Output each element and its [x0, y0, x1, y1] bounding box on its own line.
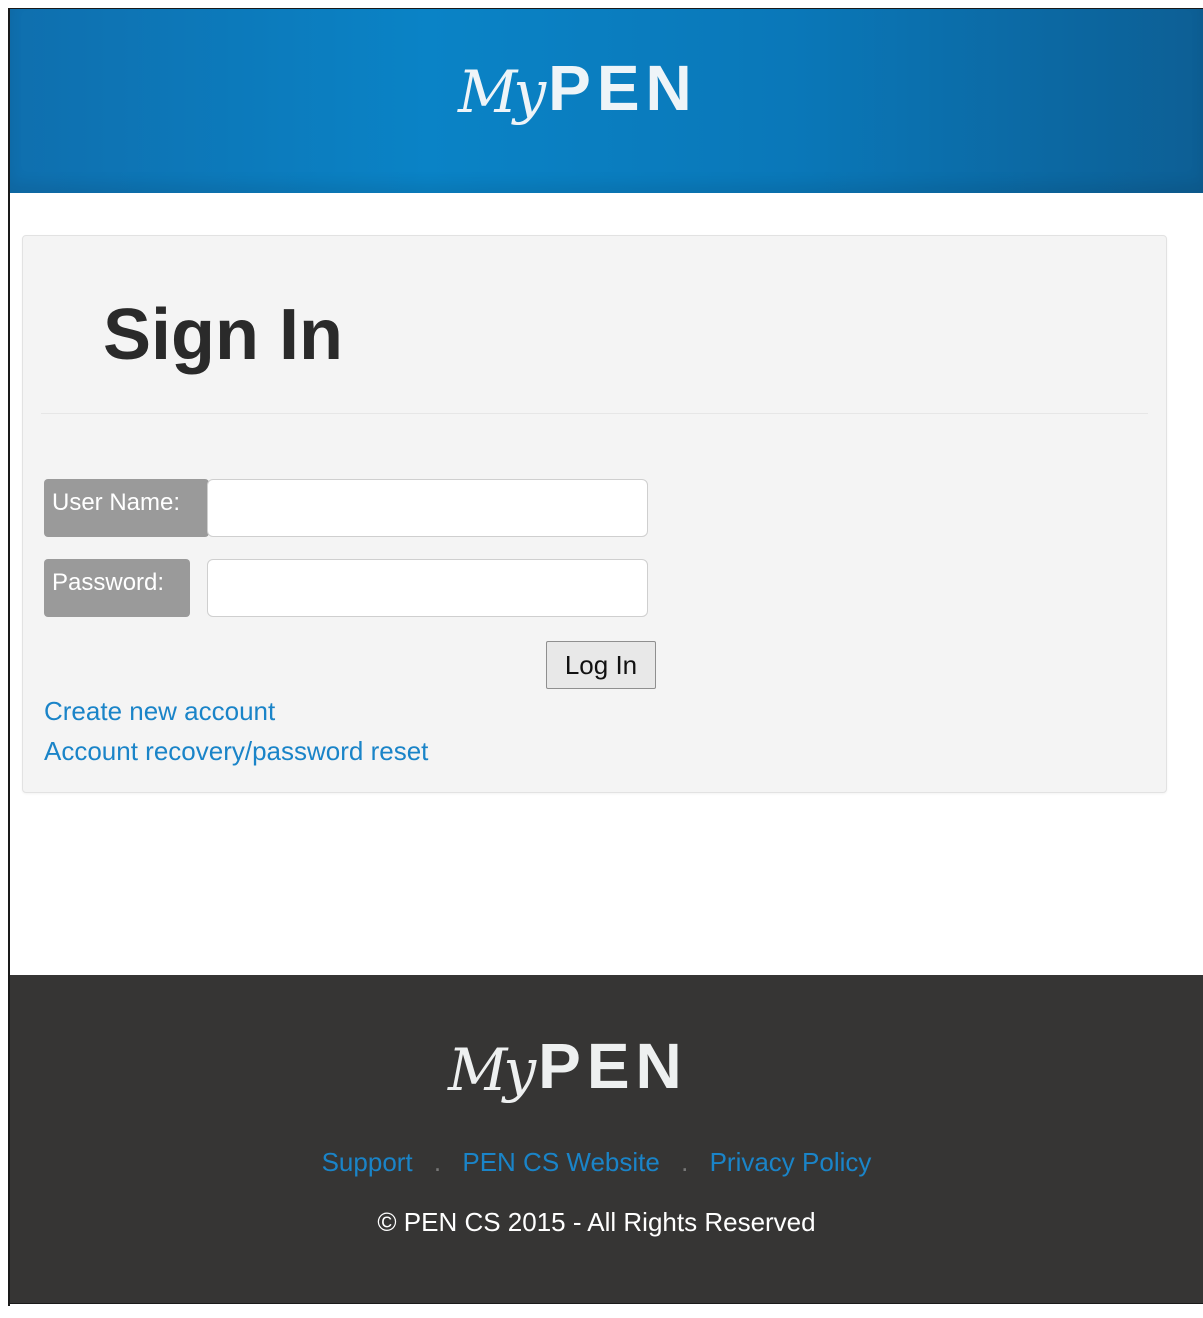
username-label: User Name:	[44, 479, 209, 537]
header-logo[interactable]: My PEN	[458, 51, 698, 126]
page-title: Sign In	[103, 295, 343, 375]
copyright-text: © PEN CS 2015 - All Rights Reserved	[377, 1207, 816, 1237]
header-logo-bold: PEN	[548, 52, 698, 124]
support-link[interactable]: Support	[322, 1147, 413, 1177]
privacy-policy-link[interactable]: Privacy Policy	[710, 1147, 872, 1177]
page: My PEN Sign In User Name: Password: Log …	[0, 0, 1203, 1318]
header-logo-script: My	[458, 58, 546, 126]
create-account-link[interactable]: Create new account	[44, 696, 275, 727]
footer-separator: .	[681, 1147, 689, 1177]
password-input[interactable]	[207, 559, 648, 617]
login-button[interactable]: Log In	[546, 641, 656, 689]
footer-links: Support . PEN CS Website . Privacy Polic…	[10, 1147, 1183, 1178]
username-input[interactable]	[207, 479, 648, 537]
title-divider	[41, 413, 1148, 414]
pen-cs-website-link[interactable]: PEN CS Website	[462, 1147, 659, 1177]
signin-panel: Sign In User Name: Password: Log In Crea…	[22, 235, 1167, 793]
footer-logo[interactable]: My PEN	[448, 1029, 688, 1104]
footer-logo-bold: PEN	[538, 1030, 688, 1102]
password-label: Password:	[44, 559, 190, 617]
account-recovery-link[interactable]: Account recovery/password reset	[44, 736, 428, 767]
site-footer: My PEN Support . PEN CS Website . Privac…	[10, 975, 1203, 1303]
footer-logo-script: My	[448, 1036, 536, 1104]
window-bottom-border	[10, 1303, 1203, 1304]
site-header: My PEN	[10, 9, 1203, 193]
footer-separator: .	[433, 1147, 442, 1177]
